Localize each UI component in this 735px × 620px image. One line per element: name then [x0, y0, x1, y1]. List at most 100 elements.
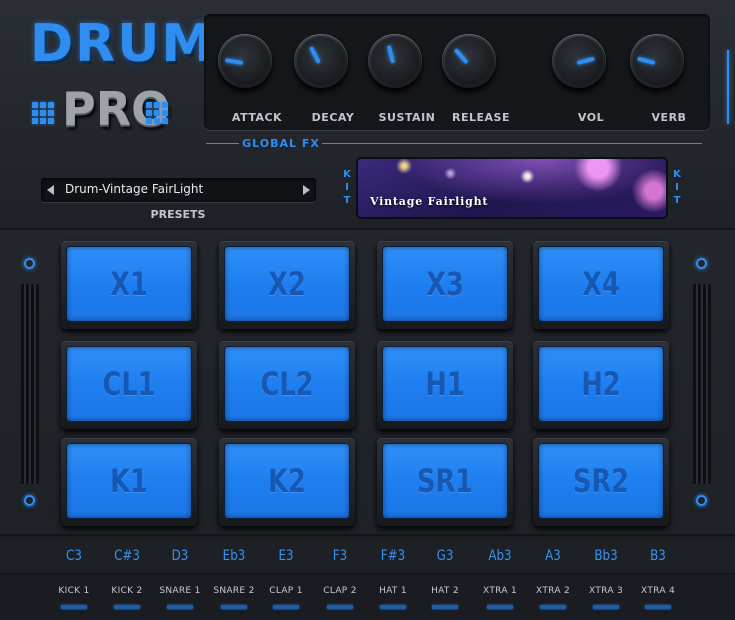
pad-sr2[interactable]: SR2	[533, 438, 669, 526]
pad-surface[interactable]: X3	[383, 247, 507, 321]
pad-label: K2	[268, 462, 306, 500]
pad-x4[interactable]: X4	[533, 241, 669, 329]
kit-prev-button[interactable]: KIT	[341, 168, 353, 207]
pad-name-label: SNARE 2	[213, 586, 255, 596]
pad-surface[interactable]: X2	[225, 247, 349, 321]
knob-sustain[interactable]	[368, 34, 422, 88]
knob-verb-unit: VERB	[624, 24, 690, 128]
pad-led	[114, 605, 140, 609]
note-label: G3	[436, 548, 454, 564]
ring-icon	[696, 495, 707, 506]
pad-led	[593, 605, 619, 609]
pad-label: X4	[582, 265, 620, 303]
pad-label: X1	[110, 265, 148, 303]
knob-verb[interactable]	[630, 34, 684, 88]
pad-cl1[interactable]: CL1	[61, 341, 197, 429]
grid-icon	[146, 102, 168, 126]
ring-icon	[24, 258, 35, 269]
pad-label: H1	[425, 365, 465, 403]
pad-name-label: XTRA 3	[589, 586, 623, 596]
pad-name-label: KICK 1	[58, 586, 90, 596]
pad-x2[interactable]: X2	[219, 241, 355, 329]
pad-label: H2	[581, 365, 621, 403]
preset-selector[interactable]: Drum-Vintage FairLight	[41, 178, 316, 202]
pad-surface[interactable]: SR1	[383, 444, 507, 518]
pad-led	[273, 605, 299, 609]
pad-x3[interactable]: X3	[377, 241, 513, 329]
pad-name-label: XTRA 1	[483, 586, 517, 596]
knob-indicator	[224, 58, 244, 65]
note-label: Eb3	[222, 548, 246, 564]
pad-name-label: SNARE 1	[159, 586, 201, 596]
note-label: F3	[332, 548, 348, 564]
pad-h1[interactable]: H1	[377, 341, 513, 429]
kit-name: Vintage Fairlight	[370, 195, 489, 208]
knob-release-label: RELEASE	[452, 111, 510, 124]
pad-label: CL1	[102, 365, 156, 403]
kit-display: Vintage Fairlight	[358, 159, 666, 217]
prev-preset-icon[interactable]	[47, 185, 54, 195]
knob-attack[interactable]	[218, 34, 272, 88]
note-strip: C3 C#3 D3 Eb3 E3 F3 F#3 G3 Ab3 A3 Bb3 B3	[0, 540, 735, 574]
note-label: D3	[171, 548, 189, 564]
pad-surface[interactable]: X1	[67, 247, 191, 321]
knob-indicator	[637, 56, 656, 65]
pad-led	[432, 605, 458, 609]
left-slider[interactable]	[21, 284, 39, 484]
pad-label: SR1	[417, 462, 473, 500]
preset-name: Drum-Vintage FairLight	[65, 182, 204, 196]
global-fx-panel: ATTACK DECAY SUSTAIN RELEASE VOL VERB	[204, 14, 729, 130]
note-label: F#3	[380, 548, 406, 564]
note-label: C3	[66, 548, 82, 564]
knob-sustain-unit: SUSTAIN	[362, 24, 435, 128]
note-label: Ab3	[488, 548, 512, 564]
pad-label: K1	[110, 462, 148, 500]
pad-k1[interactable]: K1	[61, 438, 197, 526]
pad-led	[380, 605, 406, 609]
next-preset-icon[interactable]	[303, 185, 310, 195]
pad-sr1[interactable]: SR1	[377, 438, 513, 526]
fx-divider	[727, 50, 729, 124]
knob-vol[interactable]	[552, 34, 606, 88]
pad-surface[interactable]: K1	[67, 444, 191, 518]
pad-name-label: HAT 1	[379, 586, 407, 596]
knob-indicator	[453, 48, 469, 65]
pad-surface[interactable]: K2	[225, 444, 349, 518]
kit-next-button[interactable]: KIT	[671, 168, 683, 207]
pad-led	[167, 605, 193, 609]
knob-indicator	[576, 56, 595, 65]
knob-indicator	[309, 46, 321, 64]
knob-decay[interactable]	[294, 34, 348, 88]
note-label: A3	[545, 548, 561, 564]
pad-name-label: CLAP 2	[323, 586, 357, 596]
pad-label: CL2	[260, 365, 314, 403]
pad-surface[interactable]: H2	[539, 347, 663, 421]
drum-pro-plugin: DRUM PRO ATTACK DECAY SUSTAIN RELEASE VO…	[0, 0, 735, 620]
pad-surface[interactable]: CL2	[225, 347, 349, 421]
knob-release[interactable]	[442, 34, 496, 88]
knob-vol-label: VOL	[577, 111, 605, 124]
grid-icon	[32, 102, 54, 126]
note-label: Bb3	[594, 548, 618, 564]
pad-k2[interactable]: K2	[219, 438, 355, 526]
pad-label: X3	[426, 265, 464, 303]
pad-surface[interactable]: X4	[539, 247, 663, 321]
pad-led	[61, 605, 87, 609]
pad-surface[interactable]: SR2	[539, 444, 663, 518]
knob-verb-label: VERB	[651, 111, 687, 124]
pad-cl2[interactable]: CL2	[219, 341, 355, 429]
pad-name-strip: KICK 1 KICK 2 SNARE 1 SNARE 2 CLAP 1 CLAP 2 HA…	[0, 576, 735, 620]
global-fx-label: GLOBAL FX	[242, 137, 320, 150]
pad-x1[interactable]: X1	[61, 241, 197, 329]
pad-h2[interactable]: H2	[533, 341, 669, 429]
pad-surface[interactable]: H1	[383, 347, 507, 421]
right-slider[interactable]	[693, 284, 711, 484]
pad-led	[221, 605, 247, 609]
knob-vol-unit: VOL	[546, 24, 612, 128]
knob-attack-unit: ATTACK	[212, 24, 282, 128]
pad-surface[interactable]: CL1	[67, 347, 191, 421]
pad-name-label: XTRA 2	[536, 586, 570, 596]
pad-name-label: CLAP 1	[269, 586, 303, 596]
ring-icon	[696, 258, 707, 269]
presets-label: PRESETS	[150, 208, 206, 221]
